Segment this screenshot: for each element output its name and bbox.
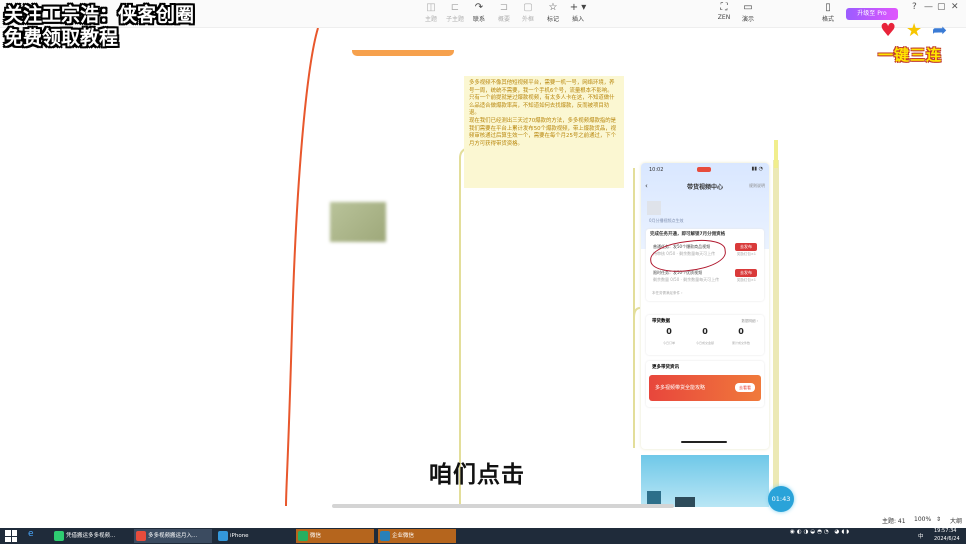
clock-time[interactable]: 19:57:34 [934, 528, 956, 534]
app-icon [54, 531, 64, 541]
video-timer: 01:43 [768, 486, 794, 512]
task-card-title: 完成任务开通，即可解锁7月分佣资格 [650, 232, 726, 237]
phone-subtitle: 0月分播视频点生效 [649, 218, 684, 223]
clock-date[interactable]: 2024/6/24 [934, 536, 960, 542]
taskbar-item[interactable]: 多多视频搬运月入... [134, 529, 212, 543]
taskbar-item[interactable]: 企业微信 [378, 529, 456, 543]
promo-banner: 多多视频带货全能攻略 去看看 [649, 375, 761, 401]
zoom-level[interactable]: 100% [914, 516, 931, 523]
toolbar-present-button[interactable]: ▭ 演示 [731, 2, 765, 23]
app-icon [380, 531, 390, 541]
data-detail-link: 数据明细 › [741, 319, 758, 323]
zoom-stepper-icon[interactable]: ⇕ [936, 516, 941, 523]
share-arrow-icon: ➦ [932, 20, 948, 41]
stat-label: 累计成交件数 [731, 341, 750, 345]
star-icon: ★ [906, 20, 923, 41]
upgrade-pro-button[interactable]: 升级至 Pro [846, 8, 898, 20]
promo-banner-text: 多多视频带货全能攻略 [655, 385, 706, 391]
blurred-image-node[interactable] [330, 202, 386, 242]
stat-label: 今日订单 [662, 341, 675, 345]
task-reward: 奖励红包×1 [736, 252, 756, 256]
task-more-link: 本任务需满足条件 › [652, 291, 683, 295]
publish-button: 去发布 [735, 243, 757, 251]
app-icon [218, 531, 228, 541]
triple-like-sticker: 一键三连 [878, 46, 943, 64]
phone-red-badge [697, 167, 711, 172]
avatar [647, 201, 661, 215]
toolbar-format-button[interactable]: ▯ 格式 [811, 2, 845, 23]
taskbar-item[interactable]: 凭借搬运多多视频... [52, 529, 130, 543]
phone2-preview [647, 491, 695, 507]
stat-value: 0 [666, 327, 672, 336]
phone-screenshot-node-2[interactable] [641, 455, 769, 507]
promo-card: 更多带货资讯 多多视频带货全能攻略 去看看 [646, 361, 764, 407]
publish-button: 去发布 [735, 269, 757, 277]
start-icon[interactable] [5, 530, 17, 542]
note-node[interactable]: 多多视频不像其他短视频平台，需要一机一号，网络环境，养号一周，统统不需要，我一个… [464, 76, 624, 188]
maximize-icon[interactable]: ▢ [937, 2, 946, 12]
close-icon[interactable]: ✕ [951, 2, 959, 12]
data-card-title: 带货数据 [652, 319, 670, 324]
tray-icons[interactable]: ◉◐◑◒◓◔ ◕◖◗ [790, 529, 851, 535]
orange-topic-node[interactable] [352, 50, 454, 56]
edge-icon[interactable]: e [28, 529, 34, 539]
heart-icon: ♥ [880, 20, 897, 41]
taskbar-item[interactable]: 微信 [296, 529, 374, 543]
sales-data-card: 带货数据 数据明细 › 0 今日订单 0 今日成交金额 0 累计成交件数 [646, 315, 764, 355]
minimize-icon[interactable]: — [924, 2, 933, 12]
task-reward: 奖励红包×1 [736, 278, 756, 282]
stat-value: 0 [738, 327, 744, 336]
app-window: ◫ 主题 ⊏ 子主题 ↷ 联系 ⊐ 概要 ▢ 外框 ☆ 标记 + ▾ 插入 ⛶ ZEN ▭ 演示 … [0, 0, 966, 544]
task-row-desc: 剩余数量 0/50 · 剩余数量每天可上传 [653, 277, 720, 282]
taskbar-item[interactable]: iPhone [216, 529, 292, 543]
phone-home-indicator [681, 441, 727, 443]
phone-rule-link: 规则说明 [749, 183, 765, 188]
mindmap-canvas[interactable]: 多多视频不像其他短视频平台，需要一机一号，网络环境，养号一周，统统不需要，我一个… [0, 28, 966, 512]
note-paragraph: 多多视频不像其他短视频平台，需要一机一号，网络环境，养号一周，统统不需要，我一个… [469, 80, 615, 94]
toolbar-insert-button[interactable]: + ▾ 插入 [561, 2, 595, 23]
stat-label: 今日成交金额 [695, 341, 714, 345]
note-paragraph: 只有一个前提就是过爆款视频，有太多人卡在这，不知道做什么品适合做爆款率高，不知道… [469, 95, 615, 117]
stat-value: 0 [702, 327, 708, 336]
windows-taskbar: e 凭借搬运多多视频... 多多视频搬运月入... iPhone 微信 企业微信… [0, 528, 966, 544]
overlay-title: 关注工宗浩：侠客创圈 [4, 4, 195, 26]
ime-indicator[interactable]: 中 [918, 532, 924, 540]
promo-card-title: 更多带货资讯 [652, 365, 679, 370]
phone-signal-icon: ▮▮ ◔ [751, 166, 763, 172]
help-icon[interactable]: ? [912, 2, 917, 12]
app-icon [136, 531, 146, 541]
phone-screenshot-node[interactable]: 10:02 ▮▮ ◔ ‹ 带货视频中心 规则说明 0月分播视频点生效 完成任务开… [641, 163, 769, 449]
promo-go-button: 去看看 [735, 383, 755, 392]
horizontal-scrollbar[interactable] [332, 504, 674, 508]
subtitle-caption: 咱们点击 [429, 462, 525, 488]
topic-count: 主题: 41 [882, 518, 906, 525]
outline-toggle[interactable]: 大纲 [950, 516, 962, 525]
phone-time: 10:02 [649, 167, 664, 173]
note-paragraph: 现在我们已经测出三天过70爆款的方法，多多视频爆款指的是我们需要在平台上累计发布… [469, 117, 617, 147]
app-icon [298, 531, 308, 541]
overlay-subtitle: 免费领取教程 [4, 27, 119, 49]
